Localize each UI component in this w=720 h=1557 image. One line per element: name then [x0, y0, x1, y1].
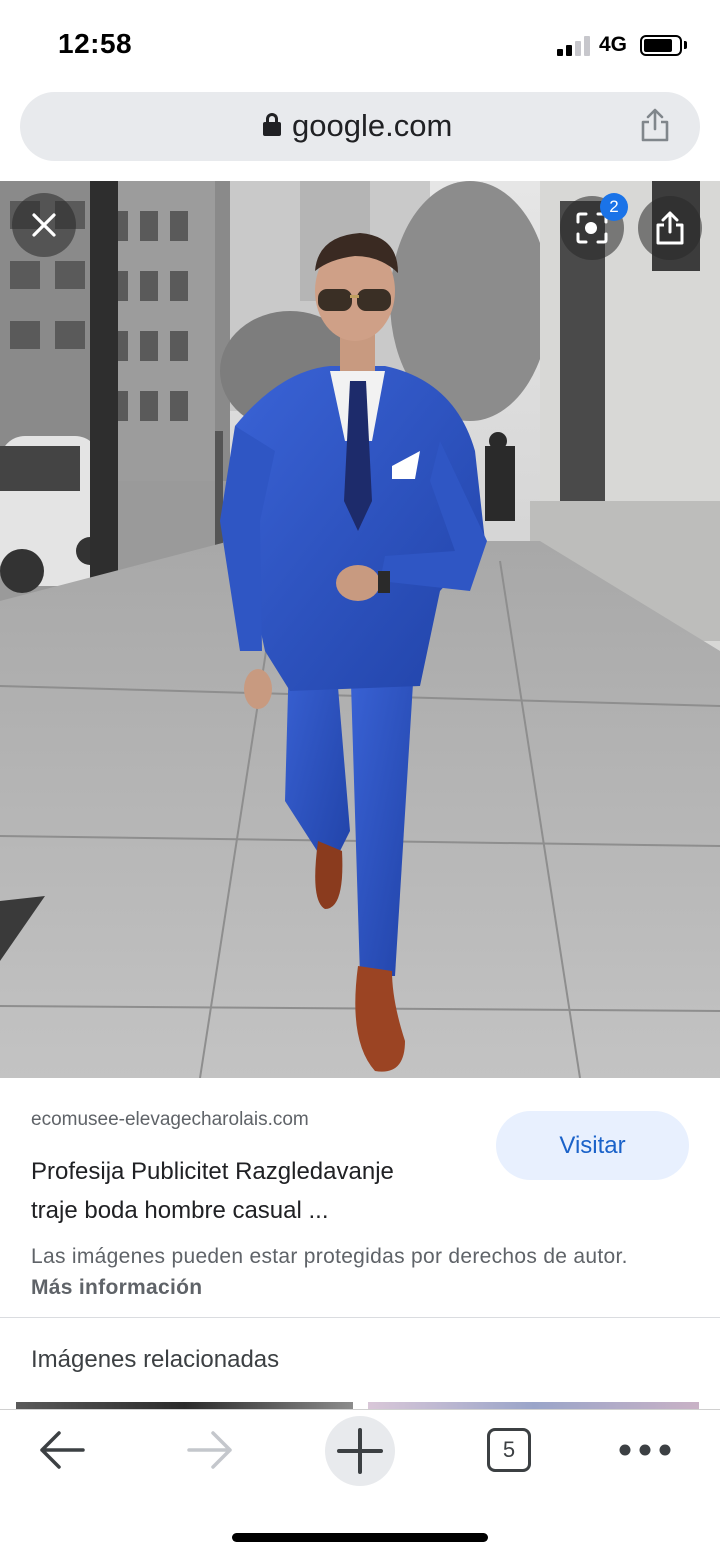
plus-icon: [337, 1428, 383, 1474]
copyright-notice: Las imágenes pueden estar protegidas por…: [31, 1241, 671, 1303]
result-title[interactable]: Profesija Publicitet Razgledavanje traje…: [31, 1152, 481, 1230]
url-domain[interactable]: google.com: [292, 108, 452, 144]
lock-icon: [263, 113, 281, 137]
lens-badge: 2: [600, 193, 628, 221]
back-arrow-icon[interactable]: [37, 1427, 87, 1473]
tab-switcher-button[interactable]: 5: [487, 1428, 531, 1472]
result-title-line1: Profesija Publicitet Razgledavanje: [31, 1158, 394, 1185]
copyright-text: Las imágenes pueden estar protegidas por…: [31, 1245, 628, 1268]
image-preview[interactable]: [0, 181, 720, 1078]
divider: [0, 1317, 720, 1318]
visit-button[interactable]: Visitar: [496, 1111, 689, 1180]
cellular-signal-icon: [557, 36, 591, 56]
battery-cap: [684, 41, 687, 49]
battery-icon: [640, 35, 682, 56]
suit-photo: [0, 181, 720, 1078]
forward-arrow-icon[interactable]: [185, 1427, 235, 1473]
related-thumbnail[interactable]: [368, 1402, 699, 1409]
network-type: 4G: [599, 33, 628, 56]
more-info-link[interactable]: Más información: [31, 1276, 202, 1299]
related-images-heading: Imágenes relacionadas: [31, 1346, 280, 1373]
related-thumbnail[interactable]: [16, 1402, 353, 1409]
result-title-line2: traje boda hombre casual ...: [31, 1197, 329, 1224]
close-button[interactable]: [12, 193, 76, 257]
share-icon[interactable]: [638, 107, 672, 143]
share-image-button[interactable]: [638, 196, 702, 260]
close-icon: [32, 213, 56, 237]
share-icon: [656, 211, 684, 245]
status-bar: 12:58 4G: [0, 0, 720, 92]
more-options-icon[interactable]: [617, 1440, 673, 1460]
status-time: 12:58: [58, 28, 133, 59]
home-indicator[interactable]: [232, 1533, 488, 1542]
source-domain[interactable]: ecomusee-elevagecharolais.com: [31, 1109, 309, 1131]
new-tab-button[interactable]: [325, 1416, 395, 1486]
